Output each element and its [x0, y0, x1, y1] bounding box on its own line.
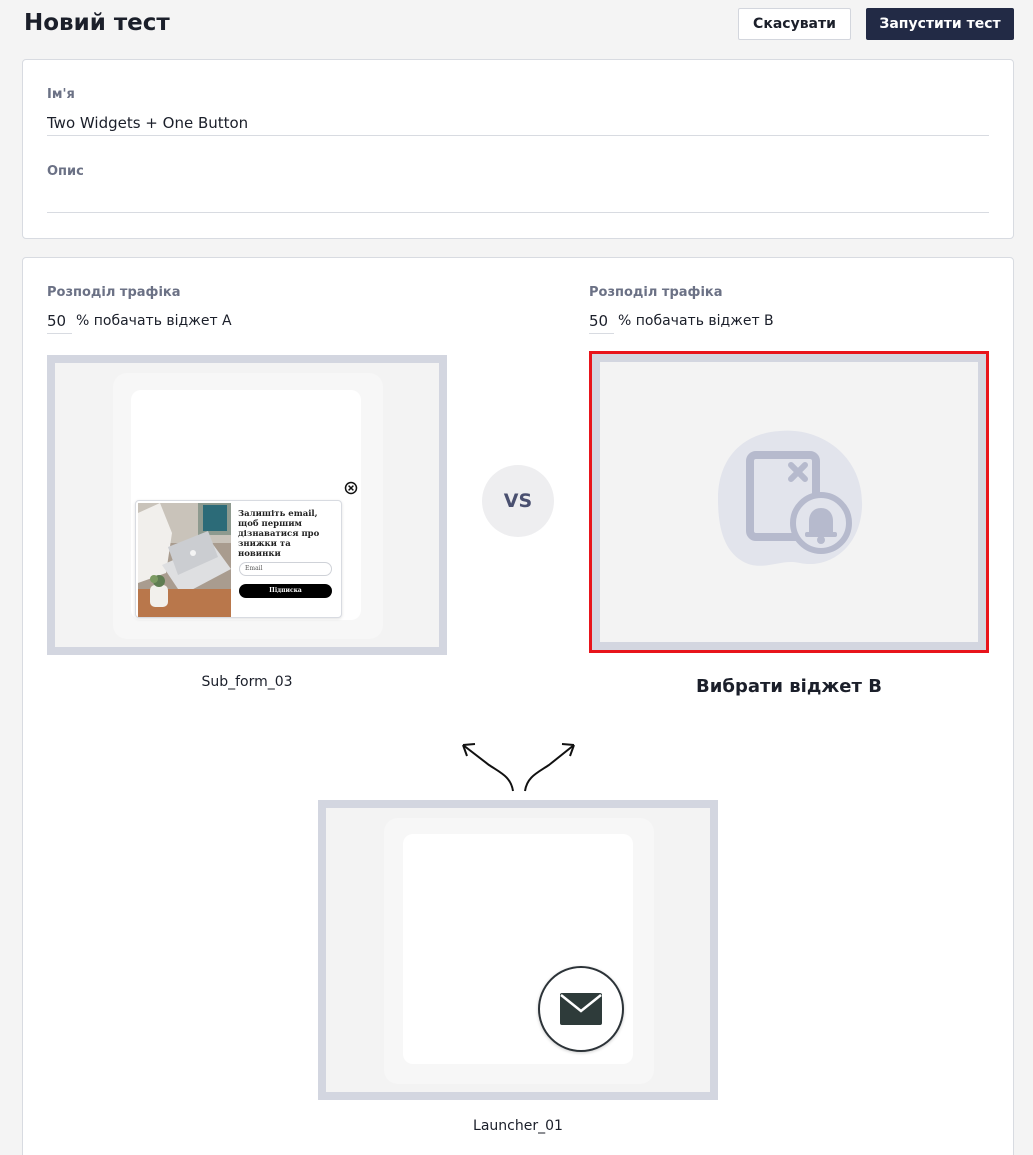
- close-icon: [344, 481, 358, 495]
- page-title: Новий тест: [24, 10, 170, 36]
- widget-b-slot[interactable]: [589, 351, 989, 653]
- subscribe-popup: Залишіть email, щоб першим дізнаватися п…: [135, 500, 342, 618]
- traffic-label-a: Розподіл трафіка: [47, 285, 181, 300]
- name-label: Ім'я: [47, 87, 75, 102]
- widget-b-placeholder: [600, 362, 978, 642]
- name-input[interactable]: [47, 110, 989, 136]
- description-input[interactable]: [47, 187, 989, 213]
- widget-a-name: Sub_form_03: [201, 674, 293, 690]
- traffic-row-a: % побачать віджет A: [47, 308, 232, 334]
- traffic-label-b: Розподіл трафіка: [589, 285, 723, 300]
- run-test-button[interactable]: Запустити тест: [866, 8, 1014, 40]
- choose-widget-b-button[interactable]: Вибрати віджет B: [589, 676, 989, 697]
- popup-headline: Залишіть email, щоб першим дізнаватися п…: [238, 509, 320, 559]
- launcher-name: Launcher_01: [473, 1118, 563, 1134]
- vs-badge: VS: [482, 465, 554, 537]
- traffic-input-b[interactable]: [589, 308, 614, 334]
- laptop-photo: [138, 503, 231, 617]
- launcher-preview[interactable]: [318, 800, 718, 1100]
- traffic-row-b: % побачать віджет B: [589, 308, 774, 334]
- envelope-icon: [560, 993, 602, 1025]
- popup-subscribe-button: Підписка: [239, 584, 332, 598]
- cancel-button[interactable]: Скасувати: [738, 8, 851, 40]
- test-info-card: Ім'я Опис: [22, 59, 1014, 239]
- traffic-input-a[interactable]: [47, 308, 72, 334]
- no-widget-bell-icon: [718, 430, 863, 566]
- popup-email-field: Email: [239, 562, 332, 576]
- description-label: Опис: [47, 164, 84, 179]
- launcher-button: [538, 966, 624, 1052]
- ab-test-card: Розподіл трафіка % побачать віджет A Роз…: [22, 257, 1014, 1155]
- traffic-suffix-a: % побачать віджет A: [76, 313, 232, 329]
- split-arrows-icon: [462, 743, 575, 792]
- widget-a-preview[interactable]: Залишіть email, щоб першим дізнаватися п…: [47, 355, 447, 655]
- traffic-suffix-b: % побачать віджет B: [618, 313, 774, 329]
